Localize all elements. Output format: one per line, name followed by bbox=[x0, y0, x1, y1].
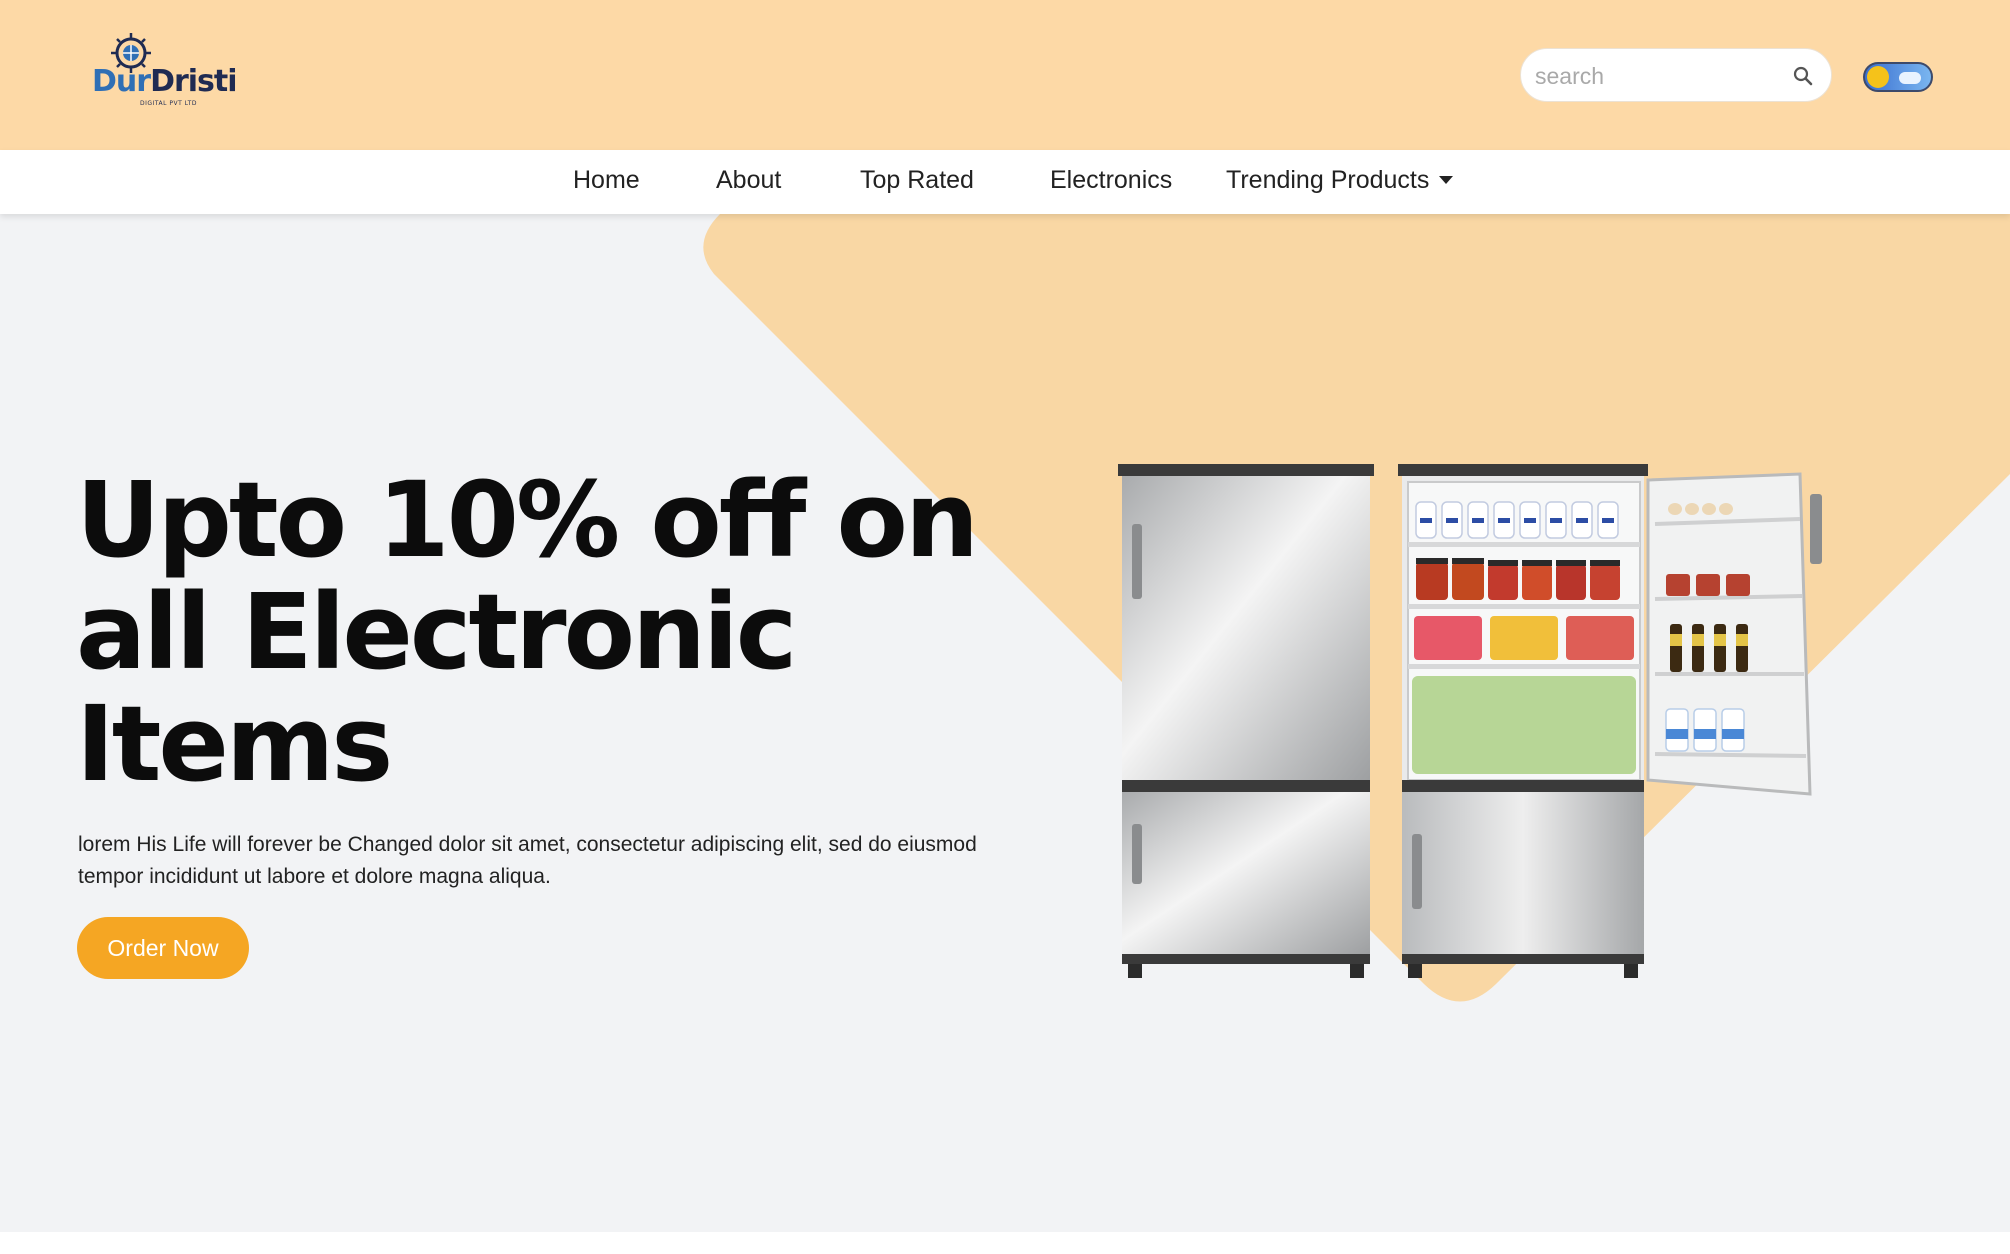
theme-toggle[interactable] bbox=[1863, 62, 1933, 92]
nav-item-about[interactable]: About bbox=[716, 166, 781, 195]
brand-logo[interactable]: DurDristi DIGITAL PVT LTD bbox=[90, 30, 238, 107]
hero-headline: Upto 10% off on all Electronic Items bbox=[76, 459, 979, 805]
search-box[interactable] bbox=[1520, 48, 1832, 102]
caret-down-icon bbox=[1439, 176, 1454, 184]
search-input[interactable] bbox=[1535, 59, 1775, 93]
page-bottom-edge bbox=[0, 1232, 2010, 1254]
sun-icon bbox=[1867, 66, 1889, 88]
hero-description: lorem His Life will forever be Changed d… bbox=[78, 833, 977, 888]
nav-item-home[interactable]: Home bbox=[573, 166, 640, 195]
search-icon[interactable] bbox=[1791, 64, 1815, 88]
brand-tagline: DIGITAL PVT LTD bbox=[140, 100, 197, 107]
order-now-button[interactable]: Order Now bbox=[77, 917, 249, 979]
nav-item-trending-products[interactable]: Trending Products bbox=[1226, 166, 1454, 195]
nav-item-top-rated[interactable]: Top Rated bbox=[860, 166, 974, 195]
main-nav: Home About Top Rated Electronics Trendin… bbox=[0, 150, 2010, 214]
refrigerator-illustration bbox=[1118, 464, 1822, 978]
nav-item-trending-label: Trending Products bbox=[1226, 166, 1430, 194]
header-bar: DurDristi DIGITAL PVT LTD bbox=[0, 0, 2010, 150]
hero-section: Upto 10% off on all Electronic Items lor… bbox=[0, 214, 2010, 1232]
nav-item-electronics[interactable]: Electronics bbox=[1050, 166, 1172, 195]
brand-name: DurDristi bbox=[92, 64, 238, 99]
cloud-icon bbox=[1899, 72, 1921, 84]
